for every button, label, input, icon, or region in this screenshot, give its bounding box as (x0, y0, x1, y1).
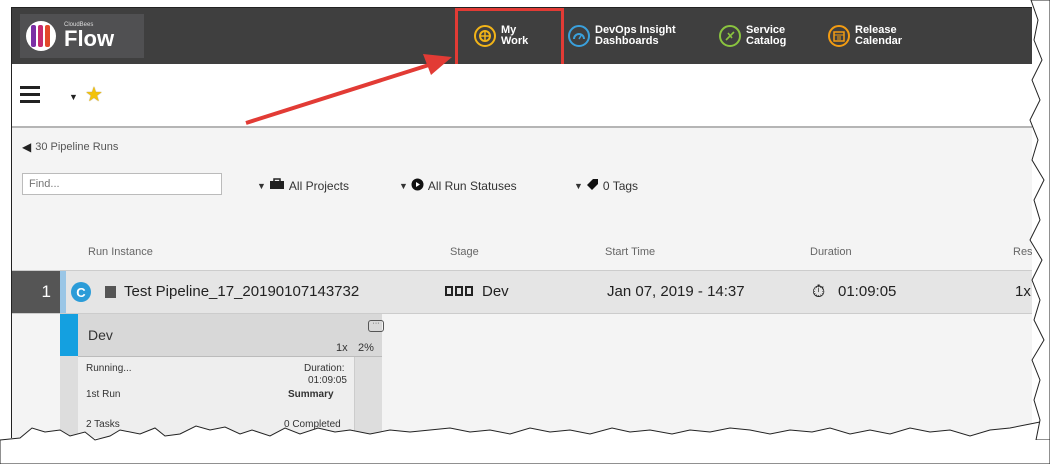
stage-card-header: Dev ··· 1x 2% (78, 314, 384, 357)
back-arrow-icon: ◀ (22, 140, 32, 154)
back-link-label: 30 Pipeline Runs (35, 141, 119, 153)
summary-link[interactable]: Summary (288, 389, 334, 400)
stopwatch-icon: ⏱ (812, 282, 826, 301)
find-input[interactable] (22, 173, 222, 195)
col-run-instance[interactable]: Run Instance (88, 246, 153, 258)
col-stage[interactable]: Stage (450, 246, 479, 258)
run-name[interactable]: Test Pipeline_17_20190107143732 (124, 283, 359, 300)
stage-run-count: 1st Run (86, 389, 121, 400)
more-options-icon[interactable]: ··· (368, 320, 384, 332)
tags-filter[interactable]: ▼ 0 Tags (574, 178, 638, 194)
stage-duration-label: Duration: (304, 363, 345, 374)
stage-card-percent: 2% (358, 342, 374, 354)
tag-icon (586, 178, 599, 194)
col-start-time[interactable]: Start Time (605, 246, 655, 258)
statuses-filter-label: All Run Statuses (427, 179, 517, 193)
tags-caret-icon: ▼ (574, 181, 583, 191)
table-row[interactable]: 1 C Test Pipeline_17_20190107143732 Dev … (12, 270, 1032, 314)
stage-card-title: Dev (88, 327, 113, 343)
pipeline-runs-view: ◀ 30 Pipeline Runs ▼ All Projects ▼ All … (12, 128, 1032, 438)
run-duration: 01:09:05 (838, 283, 897, 300)
back-link[interactable]: ◀ 30 Pipeline Runs (22, 140, 118, 154)
row-accent (60, 271, 66, 313)
run-status-icon: C (71, 282, 91, 302)
run-stage: Dev (482, 283, 509, 300)
stage-card-accent (60, 314, 78, 356)
play-circle-icon (411, 178, 424, 194)
run-details-icon[interactable] (105, 286, 116, 298)
statuses-caret-icon: ▼ (399, 181, 408, 191)
statuses-filter[interactable]: ▼ All Run Statuses (399, 178, 517, 194)
stage-boxes-icon (445, 286, 475, 296)
briefcase-icon (269, 178, 285, 193)
annotation-arrow (245, 54, 452, 125)
app-window: CloudBees Flow My Work DevOps Insight Da… (11, 7, 1032, 438)
run-start-time: Jan 07, 2019 - 14:37 (607, 283, 745, 300)
torn-edge (0, 419, 1050, 464)
col-duration[interactable]: Duration (810, 246, 852, 258)
stage-status: Running... (86, 363, 132, 374)
torn-right-edge (1029, 0, 1050, 440)
tags-filter-label: 0 Tags (602, 179, 639, 193)
projects-filter-label: All Projects (288, 178, 349, 193)
stage-duration: 01:09:05 (308, 375, 347, 386)
row-number: 1 (12, 271, 60, 313)
projects-filter[interactable]: ▼ All Projects (257, 178, 349, 193)
stage-card-count: 1x (336, 342, 348, 354)
projects-caret-icon: ▼ (257, 180, 266, 191)
